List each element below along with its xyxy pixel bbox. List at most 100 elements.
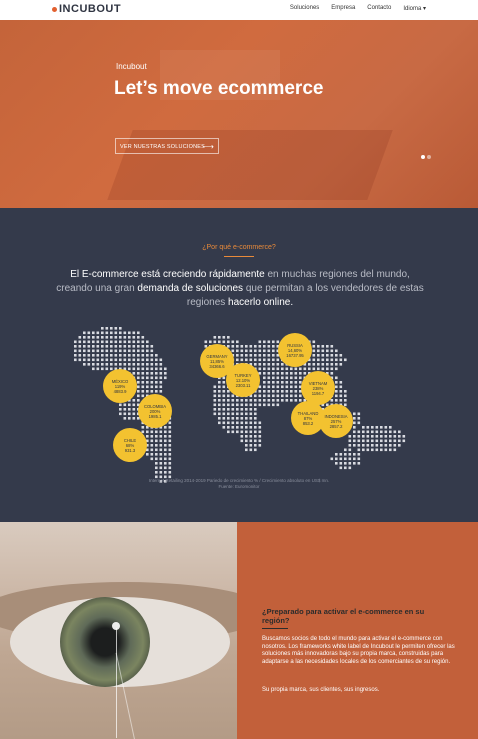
- map-dot: [240, 358, 244, 362]
- map-dot: [168, 426, 172, 429]
- map-dot: [344, 457, 347, 461]
- map-dot: [389, 435, 392, 438]
- logo[interactable]: INCUBOUT: [52, 3, 121, 15]
- map-dot: [344, 399, 347, 402]
- map-dot: [389, 448, 392, 452]
- map-dot: [254, 435, 257, 438]
- map-dot: [348, 466, 352, 470]
- map-dot: [155, 462, 158, 465]
- map-dot: [294, 394, 298, 398]
- map-dot: [236, 417, 239, 420]
- map-dot: [339, 394, 343, 398]
- map-dot: [258, 439, 262, 443]
- cta-title: ¿Preparado para activar el e-commerce en…: [262, 607, 425, 625]
- map-dot: [159, 448, 163, 452]
- map-dot: [263, 385, 266, 389]
- slider-dot[interactable]: [427, 155, 431, 159]
- map-dot: [290, 372, 293, 375]
- map-dot: [155, 367, 158, 371]
- nav-idioma[interactable]: Idioma ▾: [403, 5, 426, 12]
- map-dot: [272, 367, 275, 371]
- map-dot: [281, 376, 284, 380]
- map-dot: [137, 394, 140, 398]
- map-dot: [128, 412, 131, 416]
- map-dot: [159, 358, 163, 362]
- map-dot: [267, 399, 271, 402]
- map-dot: [128, 358, 131, 362]
- map-dot: [294, 399, 298, 402]
- map-dot: [375, 430, 379, 434]
- map-dot: [146, 390, 149, 393]
- map-dot: [218, 412, 221, 416]
- nav-empresa[interactable]: Empresa: [331, 5, 355, 12]
- map-dot: [245, 408, 248, 411]
- map-dot: [231, 408, 235, 411]
- map-dot: [236, 358, 239, 362]
- map-dot: [213, 394, 217, 398]
- map-dot: [132, 349, 136, 353]
- map-dot: [240, 345, 244, 348]
- map-dot: [119, 403, 122, 407]
- map-dot: [101, 331, 104, 335]
- map-dot: [236, 421, 239, 425]
- map-dot: [141, 340, 145, 344]
- map-dot: [245, 444, 248, 447]
- map-dot: [168, 430, 172, 434]
- map-dot: [263, 394, 266, 398]
- map-dot: [168, 457, 172, 461]
- map-dot: [272, 399, 275, 402]
- map-dot: [366, 439, 370, 443]
- map-dot: [114, 358, 118, 362]
- map-dot: [222, 412, 226, 416]
- cta-body: Buscamos socios de todo el mundo para ac…: [262, 636, 455, 665]
- map-dot: [74, 345, 77, 348]
- map-dot: [299, 394, 302, 398]
- map-dot: [96, 354, 100, 357]
- divider: [224, 256, 254, 257]
- map-dot: [258, 394, 262, 398]
- map-dot: [258, 340, 262, 344]
- bubble-mexico: MÉXICO 119% 4883.9: [103, 369, 137, 403]
- map-dot: [312, 358, 316, 362]
- map-dot: [146, 430, 149, 434]
- map-dot: [330, 367, 334, 371]
- slider-dot[interactable]: [421, 155, 425, 159]
- map-dot: [366, 444, 370, 447]
- section-kicker: ¿Por qué e-commerce?: [202, 244, 276, 251]
- map-dot: [222, 408, 226, 411]
- map-dot: [281, 399, 284, 402]
- map-dot: [272, 354, 275, 357]
- map-dot: [245, 354, 248, 357]
- why-text-highlight: El E-commerce está creciendo rápidamente: [70, 269, 265, 280]
- map-dot: [285, 376, 289, 380]
- map-dot: [110, 354, 113, 357]
- map-dot: [231, 412, 235, 416]
- nav-contacto[interactable]: Contacto: [367, 5, 391, 12]
- map-dot: [375, 435, 379, 438]
- map-dot: [155, 448, 158, 452]
- map-dot: [258, 403, 262, 407]
- map-dot: [249, 439, 253, 443]
- view-solutions-button[interactable]: VER NUESTRAS SOLUCIONES ⟶: [115, 138, 219, 154]
- map-dot: [240, 403, 244, 407]
- map-dot: [249, 408, 253, 411]
- map-dot: [123, 408, 127, 411]
- map-dot: [339, 381, 343, 384]
- map-dot: [92, 363, 95, 366]
- map-dot: [254, 363, 257, 366]
- map-dot: [222, 394, 226, 398]
- map-dot: [227, 417, 230, 420]
- map-dot: [335, 354, 338, 357]
- map-dot: [150, 439, 154, 443]
- map-dot: [150, 390, 154, 393]
- map-dot: [353, 417, 356, 420]
- map-dot: [123, 354, 127, 357]
- map-dot: [132, 403, 136, 407]
- map-dot: [245, 435, 248, 438]
- map-dot: [402, 435, 406, 438]
- bubble-value: 853.2: [302, 420, 314, 426]
- nav-soluciones[interactable]: Soluciones: [290, 5, 319, 12]
- map-dot: [294, 385, 298, 389]
- map-dot: [294, 381, 298, 384]
- map-dot: [96, 367, 100, 371]
